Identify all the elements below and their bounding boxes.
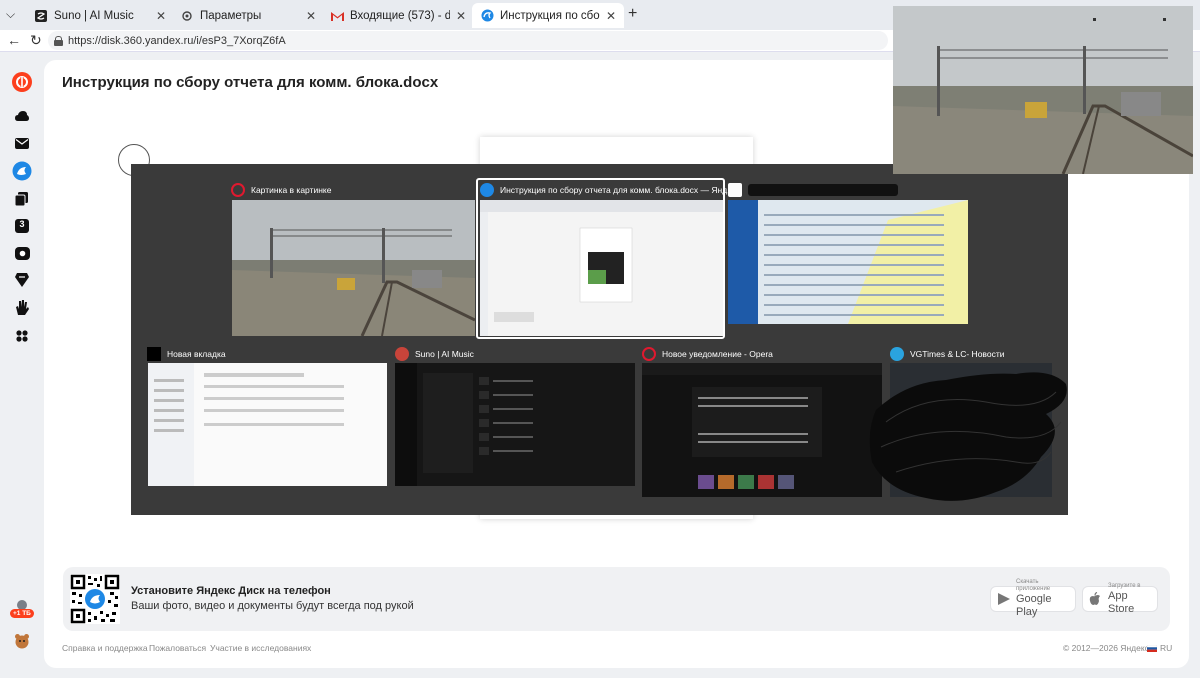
calendar-day-badge: 3 [19, 219, 25, 229]
window-thumbnail-suno[interactable] [395, 363, 635, 486]
footer-link-research[interactable]: Участие в исследованиях [210, 643, 311, 653]
window-title [728, 183, 898, 197]
app-store-label: App Store [1108, 589, 1135, 615]
gmail-icon [330, 9, 344, 23]
promo-subtitle: Ваши фото, видео и документы будут всегд… [131, 600, 414, 612]
close-icon[interactable]: ✕ [456, 9, 466, 23]
hand-wave-icon[interactable] [14, 299, 30, 315]
window-thumbnail-pip[interactable] [232, 200, 475, 336]
opera-icon [642, 347, 656, 361]
google-play-caption: Скачать приложение [1016, 579, 1051, 592]
flag-icon [1147, 644, 1157, 652]
gmail-icon [728, 183, 742, 197]
selected-window-frame [476, 178, 725, 339]
promo-title: Установите Яндекс Диск на телефон [131, 585, 331, 597]
page-title: Инструкция по сбору отчета для комм. бло… [62, 74, 439, 91]
documents-icon[interactable] [14, 191, 30, 207]
reload-icon[interactable]: ↻ [30, 32, 42, 49]
task-switcher: Картинка в картинке Инструкция по сбору … [131, 164, 1068, 515]
storage-badge: +1 ТБ [10, 609, 34, 618]
app-store-button[interactable]: Загрузите в App Store [1082, 582, 1158, 615]
disk-icon[interactable] [12, 161, 32, 181]
black-square-icon [147, 347, 161, 361]
suno-icon [34, 9, 48, 23]
redaction-scribble [866, 362, 1071, 507]
yandex-services-rail: 3 +1 ТБ [0, 53, 44, 678]
storage-upgrade-icon[interactable]: +1 ТБ [10, 600, 34, 621]
app-store-caption: Загрузите в [1108, 582, 1141, 589]
url-text: https://disk.360.yandex.ru/i/esP3_7XorqZ… [68, 34, 286, 47]
apple-icon [1089, 591, 1103, 606]
edge-icon [480, 9, 494, 23]
mail-icon[interactable] [14, 135, 30, 151]
tab-title: Suno | AI Music [54, 9, 134, 22]
cloud-icon[interactable] [14, 108, 30, 124]
calendar-icon[interactable]: 3 [14, 218, 30, 234]
tab-title: Инструкция по сбору отчета для [500, 9, 600, 22]
new-tab-plus-icon[interactable]: + [628, 5, 637, 23]
tab-list-chevron-icon[interactable]: ⌵ [6, 7, 15, 22]
qr-code [70, 574, 120, 624]
close-icon[interactable]: ✕ [156, 9, 166, 23]
window-title: Новая вкладка [147, 347, 226, 361]
telemost-icon[interactable] [14, 245, 30, 261]
tab-title: Параметры [200, 9, 262, 22]
google-play-label: Google Play [1016, 593, 1052, 618]
tab-settings[interactable]: Параметры ✕ [172, 3, 324, 28]
redacted-title [748, 184, 898, 196]
all-services-grid-icon[interactable] [14, 328, 30, 344]
gear-icon [180, 9, 194, 23]
tab-suno[interactable]: Suno | AI Music ✕ [26, 3, 174, 28]
window-title: VGTimes & LC- Новости [890, 347, 1004, 361]
mobile-app-promo: Установите Яндекс Диск на телефон Ваши ф… [63, 567, 1170, 631]
window-title: Картинка в картинке [231, 183, 331, 197]
window-thumbnail-new-tab[interactable] [148, 363, 387, 486]
telegram-icon [890, 347, 904, 361]
back-arrow-icon[interactable]: ← [7, 32, 21, 48]
close-icon[interactable]: ✕ [306, 9, 316, 23]
close-icon[interactable]: ✕ [606, 9, 616, 23]
notes-icon[interactable] [14, 272, 30, 288]
footer-copyright: © 2012—2026 Яндекс [1063, 643, 1149, 653]
suno-icon [395, 347, 409, 361]
footer-link-report[interactable]: Пожаловаться [149, 643, 206, 653]
tab-title: Входящие (573) - dziubina84@gm [350, 9, 450, 22]
lock-icon [54, 35, 63, 46]
picture-in-picture-video[interactable] [893, 6, 1193, 174]
yandex-360-logo-icon[interactable] [11, 71, 33, 93]
google-play-button[interactable]: Скачать приложение Google Play [990, 579, 1076, 618]
user-avatar[interactable] [14, 633, 30, 649]
window-thumbnail-opera[interactable] [642, 363, 882, 497]
window-title: Новое уведомление - Opera [642, 347, 773, 361]
tab-gmail[interactable]: Входящие (573) - dziubina84@gm ✕ [322, 3, 474, 28]
window-thumbnail-gmail[interactable] [728, 200, 968, 324]
url-field[interactable]: https://disk.360.yandex.ru/i/esP3_7XorqZ… [48, 31, 888, 50]
tab-yandex-disk-document[interactable]: Инструкция по сбору отчета для ✕ [472, 3, 624, 28]
opera-icon [231, 183, 245, 197]
google-play-icon [997, 592, 1011, 606]
window-title: Suno | AI Music [395, 347, 474, 361]
language-label: RU [1160, 643, 1173, 653]
language-selector[interactable]: RU [1147, 643, 1172, 653]
footer-link-help[interactable]: Справка и поддержка [62, 643, 148, 653]
